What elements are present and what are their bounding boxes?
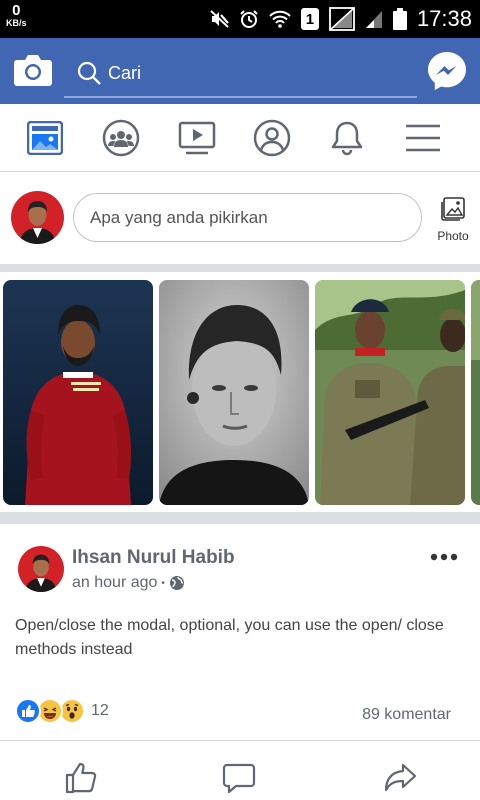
news-feed-icon <box>27 121 63 155</box>
alarm-icon <box>240 10 258 28</box>
share-action-icon[interactable] <box>383 761 417 795</box>
camera-icon[interactable] <box>13 52 53 88</box>
meta-separator: • <box>161 577 165 589</box>
tab-menu[interactable] <box>403 118 443 158</box>
photo-icon <box>441 197 465 221</box>
story-card[interactable] <box>471 280 480 505</box>
avatar-image <box>11 191 64 244</box>
tab-watch[interactable] <box>177 118 217 158</box>
divider <box>0 512 480 524</box>
search-bar[interactable]: Cari <box>64 52 417 98</box>
reaction-summary[interactable]: 12 <box>15 698 109 724</box>
photo-label: Photo <box>437 229 469 243</box>
tab-groups[interactable] <box>101 118 141 158</box>
post-time[interactable]: an hour ago <box>72 574 157 592</box>
bell-icon <box>331 121 363 156</box>
avatar-image <box>18 546 64 592</box>
network-speed: 0 KB/s <box>6 3 27 28</box>
status-composer-input[interactable]: Apa yang anda pikirkan <box>73 193 422 242</box>
like-action-icon[interactable] <box>64 761 98 795</box>
avatar[interactable] <box>11 191 64 244</box>
more-options-icon[interactable] <box>430 552 458 562</box>
post-author[interactable]: Ihsan Nurul Habib <box>72 547 235 569</box>
story-partial-image <box>471 280 480 505</box>
messenger-icon[interactable] <box>426 50 468 92</box>
stories-tray <box>0 272 480 512</box>
comment-count[interactable]: 89 komentar <box>362 706 451 724</box>
signal-icon <box>365 11 382 28</box>
clock: 17:38 <box>416 6 472 31</box>
groups-icon <box>102 119 140 157</box>
wifi-icon <box>269 10 291 28</box>
avatar[interactable] <box>18 546 64 592</box>
story-card[interactable] <box>159 280 309 505</box>
composer: Apa yang anda pikirkan Photo <box>0 172 480 264</box>
story-portrait-image <box>159 280 309 505</box>
top-bar: Cari <box>0 38 480 104</box>
hamburger-icon <box>406 124 440 152</box>
story-card[interactable] <box>3 280 153 505</box>
tab-notifications[interactable] <box>327 118 367 158</box>
video-icon <box>178 121 216 155</box>
tab-profile[interactable] <box>252 118 292 158</box>
story-card[interactable] <box>315 280 465 505</box>
mute-icon <box>210 10 229 28</box>
comment-action-icon[interactable] <box>222 761 256 795</box>
globe-icon <box>169 576 184 590</box>
story-footballer-image <box>3 280 153 505</box>
story-soldiers-image <box>315 280 465 505</box>
photo-button[interactable]: Photo <box>433 196 473 246</box>
profile-icon <box>253 119 291 157</box>
tab-news-feed[interactable] <box>25 118 65 158</box>
no-signal-icon <box>329 7 355 31</box>
search-placeholder: Cari <box>108 63 142 83</box>
search-icon <box>77 61 101 85</box>
feed-post: Ihsan Nurul Habib an hour ago • Open/clo… <box>0 524 480 740</box>
post-meta: an hour ago • <box>72 574 185 592</box>
composer-placeholder: Apa yang anda pikirkan <box>90 208 268 227</box>
post-actions <box>0 740 480 800</box>
speed-unit: KB/s <box>6 18 27 28</box>
battery-icon <box>392 8 407 30</box>
speed-value: 0 <box>12 2 21 19</box>
sim-badge: 1 <box>300 8 319 30</box>
tab-bar <box>0 104 480 172</box>
like-icon <box>15 698 41 724</box>
status-bar: 0 KB/s 1 17:38 <box>0 0 480 38</box>
reaction-count: 12 <box>91 702 109 719</box>
divider <box>0 264 480 272</box>
post-body: Open/close the modal, optional, you can … <box>15 617 444 658</box>
